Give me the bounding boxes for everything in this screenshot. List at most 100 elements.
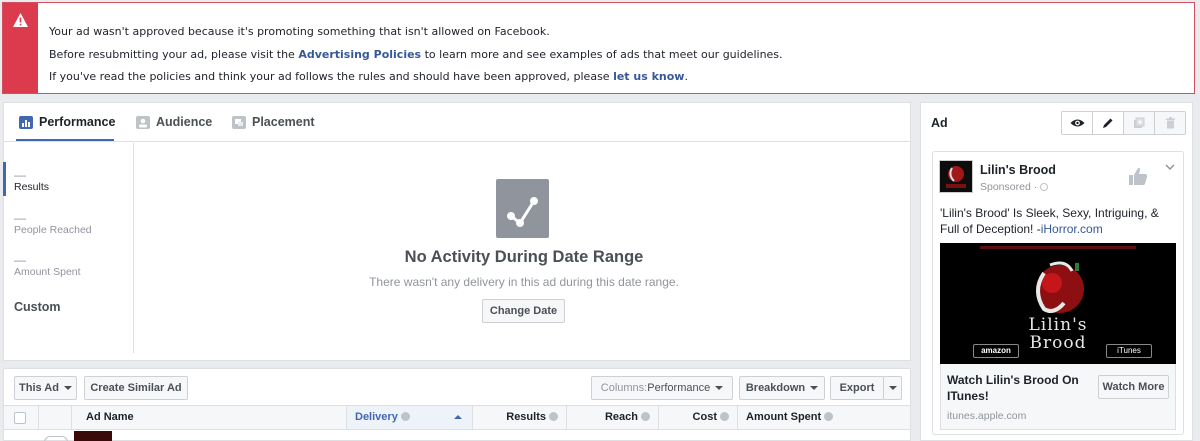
- bar-chart-icon: [19, 115, 33, 129]
- th-spacer: [38, 406, 71, 429]
- alert-line-3-text: If you've read the policies and think yo…: [49, 70, 614, 83]
- tab-audience-label: Audience: [156, 115, 213, 129]
- columns-dropdown[interactable]: Columns: Performance: [591, 376, 733, 400]
- columns-prefix: Columns:: [600, 382, 648, 394]
- performance-panel: Performance Audience Placement — Results…: [3, 102, 911, 361]
- info-icon: [824, 412, 834, 421]
- th-cost-label: Cost: [692, 411, 717, 423]
- like-icon[interactable]: [1128, 166, 1148, 186]
- export-button[interactable]: Export: [830, 376, 884, 400]
- page-avatar: [939, 160, 973, 193]
- chevron-down-icon[interactable]: [1165, 164, 1175, 171]
- creative-title-line1: Lilin's: [1028, 315, 1088, 335]
- ad-preview-panel: Ad Lilin's Brood Sponsored · 'Lilin's Br…: [920, 102, 1193, 441]
- delete-button[interactable]: [1155, 112, 1185, 134]
- page-name[interactable]: Lilin's Brood: [980, 163, 1056, 177]
- table-header: Ad Name Delivery Results Reach Cost Amou…: [4, 405, 910, 430]
- change-date-button[interactable]: Change Date: [482, 299, 565, 323]
- tab-performance[interactable]: Performance: [19, 115, 115, 129]
- th-delivery[interactable]: Delivery: [346, 406, 472, 429]
- th-delivery-label: Delivery: [355, 411, 398, 423]
- rejection-alert: Your ad wasn't approved because it's pro…: [2, 2, 1195, 94]
- th-amount-spent[interactable]: Amount Spent: [737, 406, 910, 429]
- alert-line-3-tail: .: [684, 70, 688, 83]
- custom-metric[interactable]: Custom: [14, 300, 61, 314]
- empty-state-subtitle: There wasn't any delivery in this ad dur…: [369, 275, 679, 289]
- sponsored-text: Sponsored ·: [980, 181, 1041, 193]
- duplicate-button[interactable]: [1124, 112, 1155, 134]
- export-options-dropdown[interactable]: [883, 376, 902, 400]
- th-amount-spent-label: Amount Spent: [746, 411, 822, 423]
- link-headline[interactable]: Watch Lilin's Brood On ITunes!: [947, 372, 1089, 404]
- metric-results[interactable]: — Results: [14, 169, 49, 193]
- info-icon: [549, 412, 558, 421]
- metric-results-label: Results: [14, 181, 50, 193]
- select-all-checkbox[interactable]: [14, 412, 26, 424]
- alert-message: Your ad wasn't approved because it's pro…: [49, 21, 783, 89]
- alert-strip: [3, 3, 38, 93]
- let-us-know-link[interactable]: let us know: [613, 70, 684, 83]
- trash-icon: [1165, 117, 1175, 129]
- create-similar-ad-button[interactable]: Create Similar Ad: [84, 376, 188, 400]
- th-results[interactable]: Results: [472, 406, 566, 429]
- breakdown-dropdown[interactable]: Breakdown: [739, 376, 825, 400]
- caret-down-icon: [715, 386, 724, 390]
- this-ad-dropdown[interactable]: This Ad: [14, 376, 77, 400]
- metric-results-value: —: [14, 168, 26, 182]
- pencil-icon: [1103, 118, 1113, 128]
- tab-audience[interactable]: Audience: [136, 115, 212, 129]
- edit-button[interactable]: [1093, 112, 1124, 134]
- info-icon: [641, 412, 650, 421]
- advertising-policies-link[interactable]: Advertising Policies: [298, 48, 421, 61]
- watch-more-button[interactable]: Watch More: [1098, 375, 1169, 399]
- amazon-badge: amazon: [973, 344, 1019, 358]
- ad-creative-image[interactable]: Lilin's Brood amazon iTunes: [940, 243, 1176, 364]
- tab-placement[interactable]: Placement: [232, 115, 315, 129]
- ad-body-link[interactable]: iHorror.com: [1041, 222, 1103, 236]
- sort-ascending-icon: [454, 415, 462, 419]
- warning-icon: [13, 13, 28, 27]
- breakdown-label: Breakdown: [745, 382, 806, 394]
- ads-table-panel: This Ad Create Similar Ad Columns: Perfo…: [3, 368, 911, 441]
- globe-icon: [1040, 183, 1049, 191]
- active-tab-indicator: [16, 139, 114, 141]
- tab-placement-label: Placement: [252, 115, 315, 129]
- th-reach[interactable]: Reach: [566, 406, 658, 429]
- alert-line-3: If you've read the policies and think yo…: [49, 66, 783, 89]
- this-ad-label: This Ad: [19, 382, 59, 394]
- preview-button[interactable]: [1062, 112, 1093, 134]
- columns-value: Performance: [647, 382, 711, 394]
- insights-tabs: Performance Audience Placement: [4, 103, 910, 142]
- ad-panel-title: Ad: [931, 116, 948, 130]
- selected-metric-indicator: [3, 162, 6, 196]
- duplicate-icon: [1134, 117, 1145, 128]
- th-cost[interactable]: Cost: [658, 406, 737, 429]
- ad-tools: [1061, 111, 1186, 135]
- info-icon: [400, 412, 410, 421]
- sponsored-label: Sponsored ·: [980, 181, 1049, 193]
- info-icon: [720, 412, 729, 421]
- ad-thumbnail: [74, 431, 112, 441]
- ad-preview-card: Lilin's Brood Sponsored · 'Lilin's Brood…: [932, 151, 1184, 435]
- alert-line-1: Your ad wasn't approved because it's pro…: [49, 25, 550, 38]
- ad-body-text: 'Lilin's Brood' Is Sleek, Sexy, Intrigui…: [940, 205, 1180, 237]
- ad-link-box[interactable]: Watch Lilin's Brood On ITunes! itunes.ap…: [940, 364, 1176, 430]
- metric-people-reached-label: People Reached: [14, 224, 92, 236]
- metric-people-reached[interactable]: — People Reached: [14, 212, 92, 236]
- alert-line-2: Before resubmitting your ad, please visi…: [49, 44, 783, 67]
- alert-line-2-text: Before resubmitting your ad, please visi…: [49, 47, 299, 61]
- caret-down-icon: [810, 386, 819, 390]
- th-reach-label: Reach: [604, 411, 638, 423]
- tab-performance-label: Performance: [39, 115, 116, 129]
- placement-icon: [232, 115, 246, 129]
- table-row[interactable]: [4, 431, 910, 441]
- itunes-badge: iTunes: [1106, 344, 1152, 358]
- caret-down-icon: [888, 386, 897, 390]
- empty-chart-icon: [496, 179, 549, 238]
- th-ad-name[interactable]: Ad Name: [71, 406, 346, 429]
- empty-state-title: No Activity During Date Range: [404, 248, 644, 266]
- metric-people-reached-value: —: [14, 211, 26, 225]
- toggle-switch[interactable]: [44, 436, 68, 441]
- link-domain: itunes.apple.com: [947, 410, 1027, 422]
- eye-icon: [1070, 119, 1084, 127]
